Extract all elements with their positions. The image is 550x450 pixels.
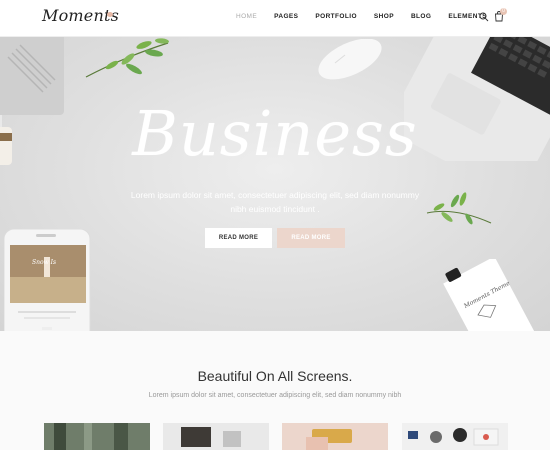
search-icon[interactable]	[479, 12, 489, 22]
leaf-icon	[426, 192, 492, 225]
cart-count-badge: 0	[500, 8, 507, 15]
section-subtitle: Lorem ipsum dolor sit amet, consectetuer…	[148, 392, 402, 399]
nav-item-blog[interactable]: BLOG	[411, 13, 431, 20]
nav-item-home[interactable]: HOME	[236, 13, 257, 20]
section-title: Beautiful On All Screens.	[197, 368, 353, 384]
main-nav: HOME PAGES PORTFOLIO SHOP BLOG ELEMENTS	[236, 13, 504, 20]
read-more-secondary-button[interactable]: READ MORE	[277, 228, 345, 248]
leaf-icon	[85, 38, 169, 78]
gallery-thumb-card[interactable]	[282, 423, 388, 450]
nav-item-portfolio[interactable]: PORTFOLIO	[315, 13, 357, 20]
nav-item-pages[interactable]: PAGES	[274, 13, 298, 20]
site-header: Moments HOME PAGES PORTFOLIO SHOP BLOG E…	[0, 0, 550, 37]
gallery-thumb-desk[interactable]	[163, 423, 269, 450]
hero-section: Business Lorem ipsum dolor sit amet, con…	[0, 37, 550, 331]
tube-image: Moments Theme	[443, 259, 537, 331]
hero-text: Lorem ipsum dolor sit amet, consectetuer…	[130, 190, 420, 214]
phone-title: Snow Is	[32, 259, 56, 266]
phone-image: Snow Is	[4, 229, 91, 331]
mouse-image	[318, 39, 382, 80]
nav-item-shop[interactable]: SHOP	[374, 13, 394, 20]
gallery-thumb-forest[interactable]	[44, 423, 150, 450]
logo-accent-icon	[107, 12, 113, 17]
read-more-button[interactable]: READ MORE	[205, 228, 272, 248]
hero-title: Business	[132, 97, 418, 170]
gallery-thumb-workspace[interactable]	[402, 423, 508, 450]
